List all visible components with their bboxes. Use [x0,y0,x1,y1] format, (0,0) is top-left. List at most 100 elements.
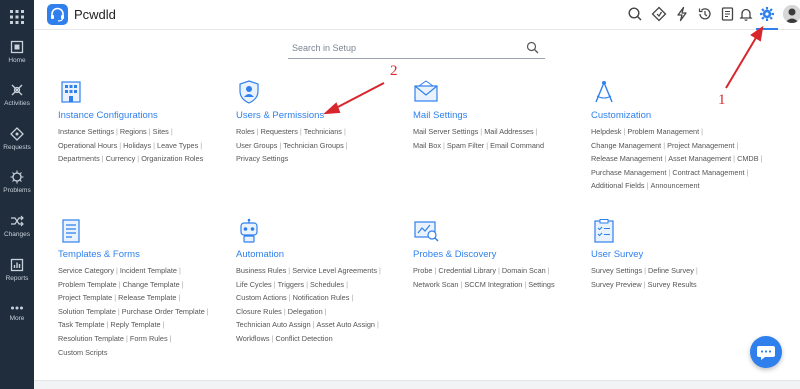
link-additional-fields[interactable]: Additional Fields [591,181,645,190]
link-conflict-detection[interactable]: Conflict Detection [275,334,332,343]
setup-tab[interactable] [756,0,778,30]
search-icon[interactable] [627,6,643,22]
link-network-scan[interactable]: Network Scan [413,280,458,289]
link-leave-types[interactable]: Leave Types [157,141,198,150]
link-technician-auto-assign[interactable]: Technician Auto Assign [236,320,311,329]
bell-icon[interactable] [738,6,754,22]
link-release-template[interactable]: Release Template [118,293,176,302]
link-operational-hours[interactable]: Operational Hours [58,141,117,150]
link-purchase-order-template[interactable]: Purchase Order Template [122,307,205,316]
search-input[interactable] [292,40,512,56]
link-problem-template[interactable]: Problem Template [58,280,117,289]
link-incident-template[interactable]: Incident Template [120,266,177,275]
section-user-survey: User Survey Survey Settings | Define Surve… [591,218,700,291]
link-schedules[interactable]: Schedules [310,280,344,289]
link-instance-settings[interactable]: Instance Settings [58,127,114,136]
tag-icon[interactable] [651,6,667,22]
gear-icon[interactable] [759,6,775,22]
link-triggers[interactable]: Triggers [278,280,305,289]
link-settings[interactable]: Settings [528,280,554,289]
sidebar-item-activities[interactable]: Activities [0,83,34,107]
link-problem-management[interactable]: Problem Management [627,127,699,136]
link-notification-rules[interactable]: Notification Rules [293,293,350,302]
sidebar-item-label: Changes [3,231,31,238]
link-sccm-integration[interactable]: SCCM Integration [464,280,522,289]
link-mail-addresses[interactable]: Mail Addresses [484,127,533,136]
section-title[interactable]: Automation [236,249,383,260]
sidebar-item-home[interactable]: Home [0,40,34,64]
link-technicians[interactable]: Technicians [304,127,342,136]
link-sites[interactable]: Sites [153,127,169,136]
link-change-template[interactable]: Change Template [123,280,180,289]
app-logo[interactable] [47,4,68,25]
link-holidays[interactable]: Holidays [123,141,151,150]
link-change-management[interactable]: Change Management [591,141,661,150]
section-title[interactable]: User Survey [591,249,700,260]
link-project-template[interactable]: Project Template [58,293,112,302]
chat-button[interactable] [750,336,782,368]
link-organization-roles[interactable]: Organization Roles [141,154,203,163]
avatar[interactable] [783,5,800,23]
link-asset-auto-assign[interactable]: Asset Auto Assign [317,320,375,329]
link-roles[interactable]: Roles [236,127,255,136]
link-task-template[interactable]: Task Template [58,320,105,329]
sidebar-item-label: Problems [3,187,31,194]
link-business-rules[interactable]: Business Rules [236,266,286,275]
link-departments[interactable]: Departments [58,154,100,163]
sidebar-item-more[interactable]: More [0,304,34,322]
link-custom-scripts[interactable]: Custom Scripts [58,348,107,357]
link-purchase-management[interactable]: Purchase Management [591,168,666,177]
link-probe[interactable]: Probe [413,266,432,275]
link-life-cycles[interactable]: Life Cycles [236,280,272,289]
lightning-icon[interactable] [674,6,690,22]
history-icon[interactable] [697,6,713,22]
section-title[interactable]: Mail Settings [413,110,544,121]
app-grid-icon[interactable] [9,9,25,25]
link-resolution-template[interactable]: Resolution Template [58,334,124,343]
link-form-rules[interactable]: Form Rules [130,334,168,343]
link-service-level-agreements[interactable]: Service Level Agreements [292,266,377,275]
link-solution-template[interactable]: Solution Template [58,307,116,316]
link-contract-management[interactable]: Contract Management [672,168,744,177]
link-custom-actions[interactable]: Custom Actions [236,293,287,302]
link-domain-scan[interactable]: Domain Scan [502,266,546,275]
link-technician-groups[interactable]: Technician Groups [283,141,343,150]
link-mail-server-settings[interactable]: Mail Server Settings [413,127,478,136]
link-regions[interactable]: Regions [120,127,147,136]
link-closure-rules[interactable]: Closure Rules [236,307,282,316]
link-credential-library[interactable]: Credential Library [438,266,496,275]
section-title[interactable]: Customization [591,110,764,121]
sidebar-item-changes[interactable]: Changes [0,214,34,238]
link-spam-filter[interactable]: Spam Filter [447,141,484,150]
link-mail-box[interactable]: Mail Box [413,141,441,150]
link-survey-preview[interactable]: Survey Preview [591,280,642,289]
sidebar-item-problems[interactable]: Problems [0,170,34,194]
link-currency[interactable]: Currency [106,154,136,163]
link-email-command[interactable]: Email Command [490,141,544,150]
link-project-management[interactable]: Project Management [667,141,734,150]
link-requesters[interactable]: Requesters [261,127,298,136]
link-define-survey[interactable]: Define Survey [648,266,694,275]
search-icon[interactable] [526,41,539,54]
link-service-category[interactable]: Service Category [58,266,114,275]
section-title[interactable]: Instance Configurations [58,110,204,121]
link-workflows[interactable]: Workflows [236,334,270,343]
sidebar-item-requests[interactable]: Requests [0,127,34,151]
link-survey-results[interactable]: Survey Results [648,280,697,289]
link-user-groups[interactable]: User Groups [236,141,277,150]
link-cmdb[interactable]: CMDB [737,154,759,163]
link-delegation[interactable]: Delegation [288,307,323,316]
link-survey-settings[interactable]: Survey Settings [591,266,642,275]
section-title[interactable]: Templates & Forms [58,249,211,260]
link-release-management[interactable]: Release Management [591,154,662,163]
link-helpdesk[interactable]: Helpdesk [591,127,621,136]
link-privacy-settings[interactable]: Privacy Settings [236,154,288,163]
sidebar-item-reports[interactable]: Reports [0,258,34,282]
section-title[interactable]: Users & Permissions [236,110,350,121]
link-announcement[interactable]: Announcement [650,181,699,190]
link-asset-management[interactable]: Asset Management [668,154,731,163]
section-title[interactable]: Probes & Discovery [413,249,555,260]
notes-icon[interactable] [720,6,736,22]
link-reply-template[interactable]: Reply Template [110,320,160,329]
section-templates-forms: Templates & Forms Service Category | Incid… [58,218,211,359]
